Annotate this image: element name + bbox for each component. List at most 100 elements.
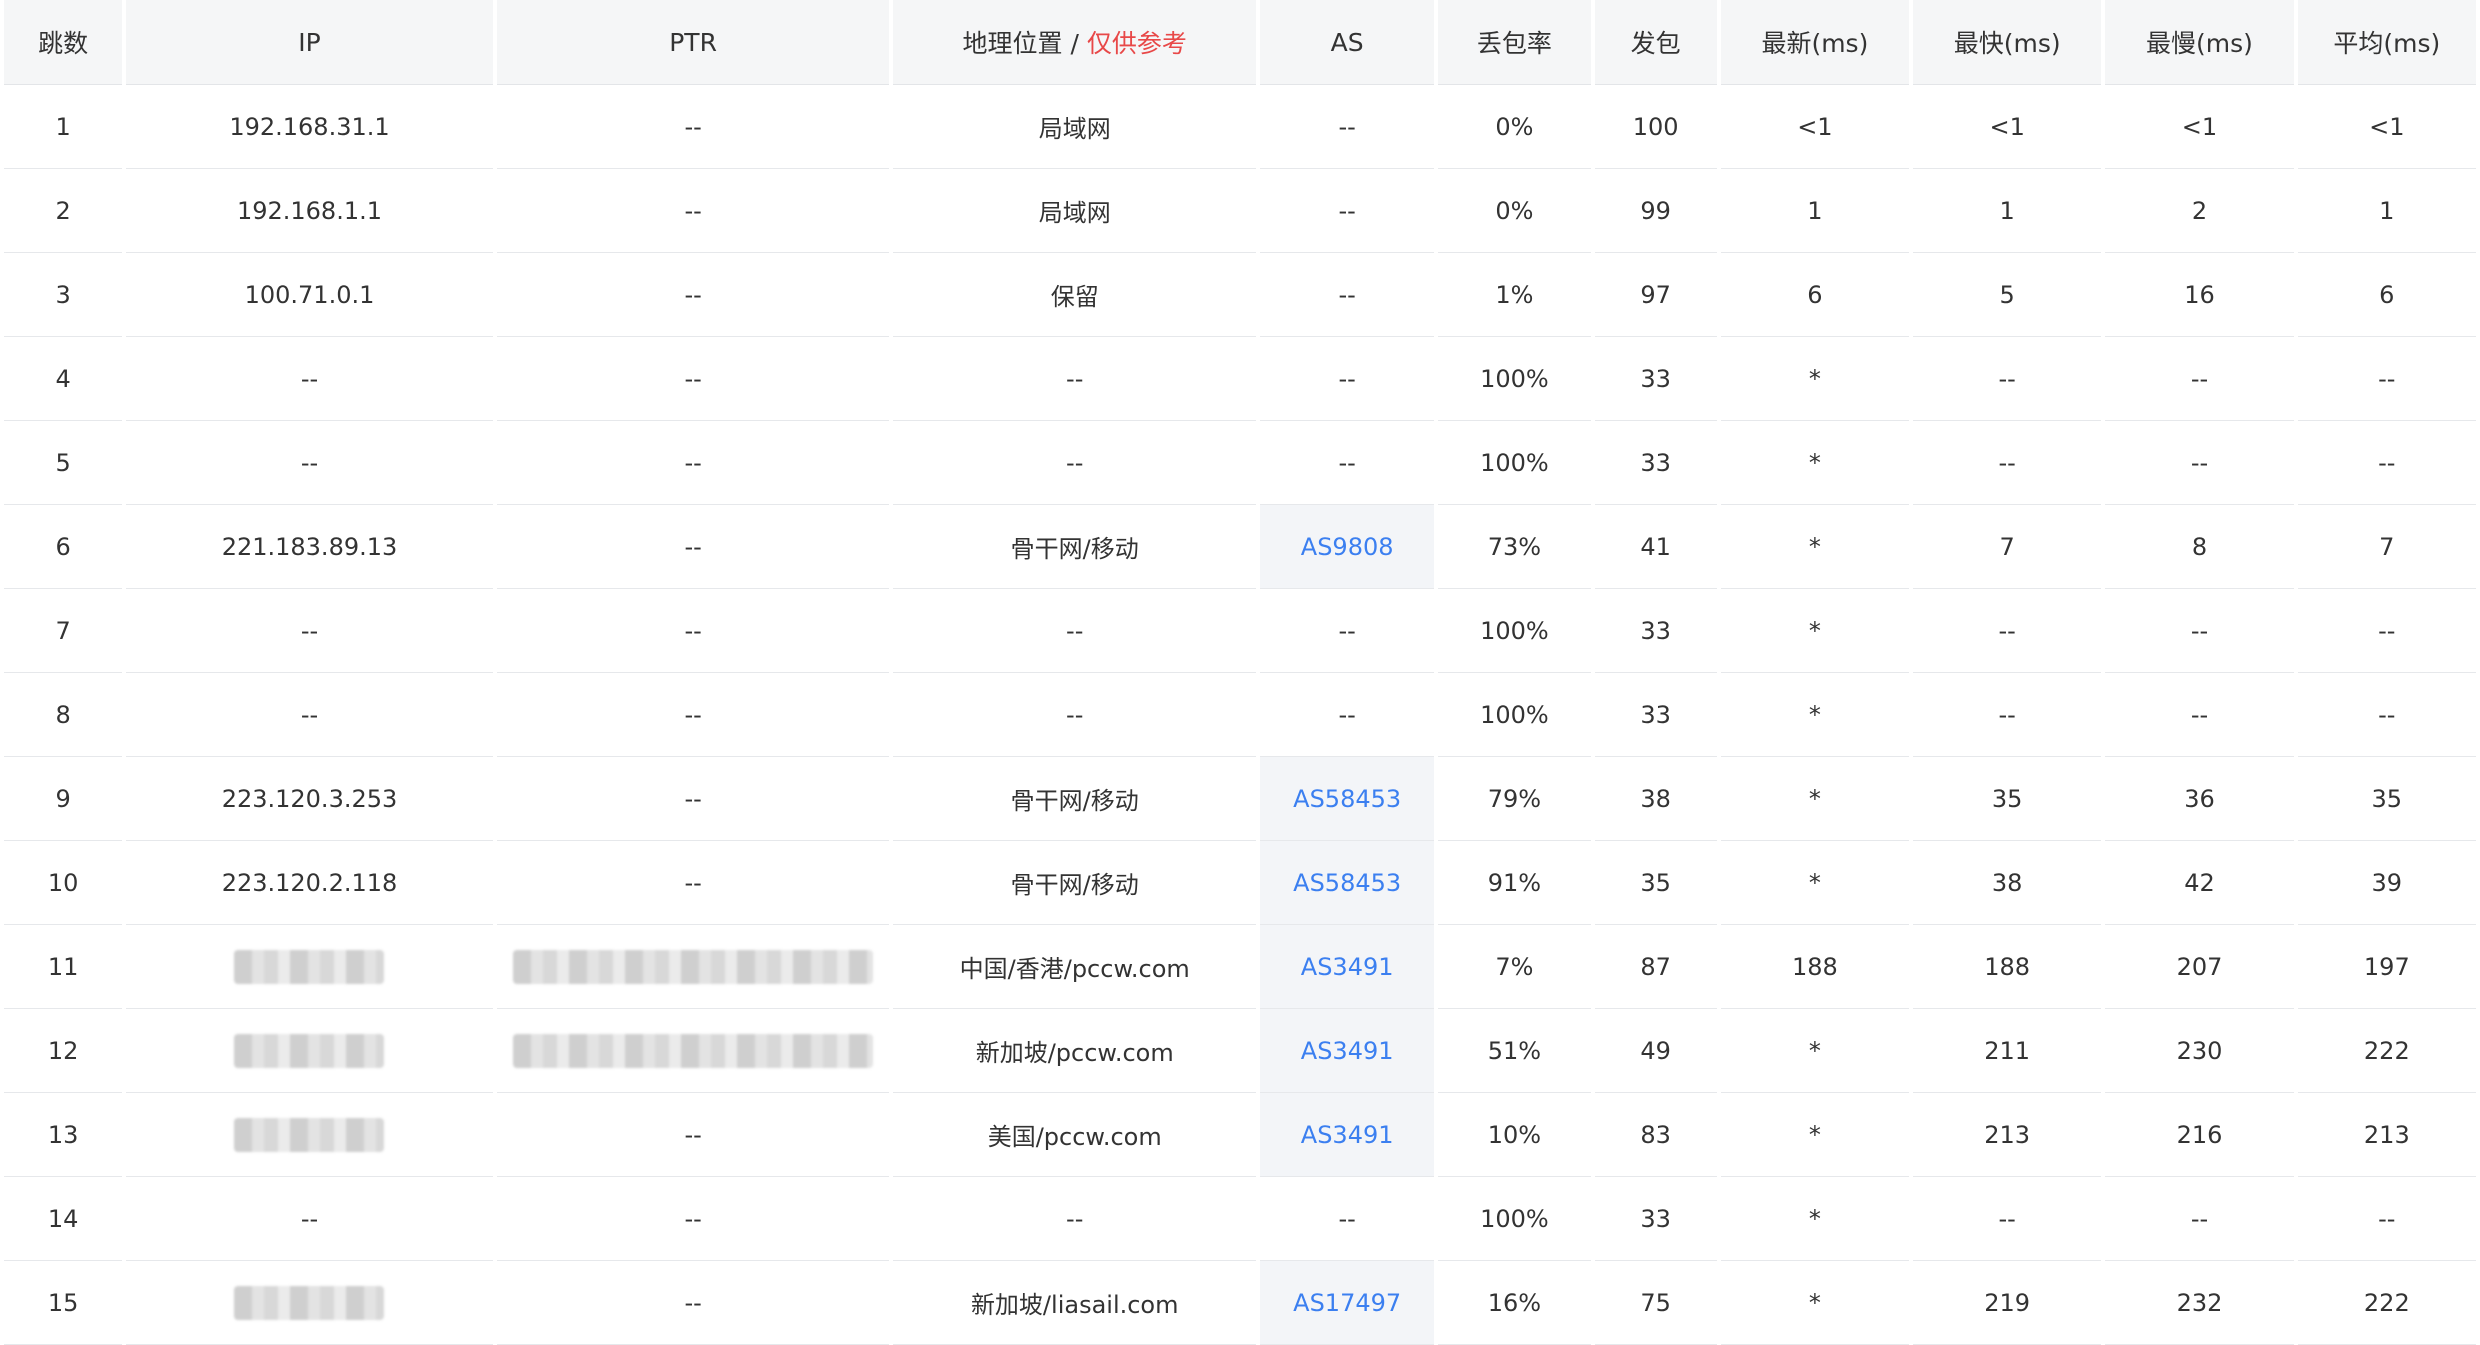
cell-geo: 保留 [893,253,1257,337]
cell-last: 1 [1720,169,1910,253]
cell-as: -- [1260,253,1435,337]
cell-avg: 222 [2297,1261,2476,1345]
cell-best: 219 [1913,1261,2102,1345]
header-avg: 平均(ms) [2297,0,2476,85]
cell-hop: 7 [4,589,123,673]
as-link[interactable]: AS3491 [1301,953,1394,981]
cell-ip: -- [126,589,493,673]
cell-as: -- [1260,1177,1435,1261]
cell-ptr: -- [496,85,890,169]
cell-ip: -- [126,1177,493,1261]
cell-worst: -- [2105,421,2294,505]
header-geo-label: 地理位置 [962,29,1063,58]
cell-hop: 14 [4,1177,123,1261]
cell-worst: 216 [2105,1093,2294,1177]
cell-hop: 5 [4,421,123,505]
cell-as: -- [1260,673,1435,757]
cell-loss: 91% [1438,841,1591,925]
table-header: 跳数 IP PTR 地理位置 / 仅供参考 AS 丢包率 发包 最新(ms) 最… [4,0,2476,85]
as-link[interactable]: AS3491 [1301,1037,1394,1065]
cell-loss: 100% [1438,589,1591,673]
cell-hop: 10 [4,841,123,925]
cell-avg: -- [2297,589,2476,673]
cell-worst: -- [2105,337,2294,421]
cell-geo: -- [893,337,1257,421]
cell-loss: 1% [1438,253,1591,337]
cell-ip: -- [126,337,493,421]
cell-sent: 87 [1594,925,1717,1009]
cell-as[interactable]: AS3491 [1260,1093,1435,1177]
cell-geo: -- [893,589,1257,673]
cell-ptr: -- [496,841,890,925]
cell-geo: 局域网 [893,85,1257,169]
cell-last: * [1720,1009,1910,1093]
as-link[interactable]: AS58453 [1293,785,1401,813]
cell-as: -- [1260,169,1435,253]
cell-geo: 骨干网/移动 [893,841,1257,925]
cell-last: 188 [1720,925,1910,1009]
as-link[interactable]: AS58453 [1293,869,1401,897]
cell-hop: 2 [4,169,123,253]
table-row: 2 192.168.1.1 -- 局域网 -- 0% 99 1 1 2 1 [4,169,2476,253]
cell-as[interactable]: AS58453 [1260,841,1435,925]
cell-worst: 230 [2105,1009,2294,1093]
as-link[interactable]: AS3491 [1301,1121,1394,1149]
cell-last: <1 [1720,85,1910,169]
cell-loss: 100% [1438,337,1591,421]
cell-ptr: -- [496,1177,890,1261]
redacted-ip [234,1033,385,1068]
cell-worst: 2 [2105,169,2294,253]
cell-as: -- [1260,589,1435,673]
cell-sent: 99 [1594,169,1717,253]
cell-avg: 35 [2297,757,2476,841]
header-last: 最新(ms) [1720,0,1910,85]
cell-as[interactable]: AS17497 [1260,1261,1435,1345]
cell-ptr: -- [496,169,890,253]
cell-ptr: -- [496,253,890,337]
cell-sent: 100 [1594,85,1717,169]
cell-loss: 51% [1438,1009,1591,1093]
cell-worst: 42 [2105,841,2294,925]
cell-avg: -- [2297,421,2476,505]
cell-ptr: -- [496,1261,890,1345]
cell-as[interactable]: AS3491 [1260,1009,1435,1093]
redacted-ip [234,949,385,984]
cell-as[interactable]: AS3491 [1260,925,1435,1009]
cell-worst: 16 [2105,253,2294,337]
cell-best: 5 [1913,253,2102,337]
cell-ptr: -- [496,1093,890,1177]
cell-hop: 1 [4,85,123,169]
cell-loss: 100% [1438,421,1591,505]
cell-geo: 美国/pccw.com [893,1093,1257,1177]
cell-avg: 222 [2297,1009,2476,1093]
cell-ptr: -- [496,589,890,673]
cell-as[interactable]: AS9808 [1260,505,1435,589]
cell-geo: 骨干网/移动 [893,757,1257,841]
cell-avg: -- [2297,673,2476,757]
cell-last: * [1720,1093,1910,1177]
cell-last: * [1720,505,1910,589]
as-link[interactable]: AS9808 [1301,533,1394,561]
cell-worst: -- [2105,589,2294,673]
cell-geo: 中国/香港/pccw.com [893,925,1257,1009]
cell-last: * [1720,757,1910,841]
cell-sent: 49 [1594,1009,1717,1093]
cell-sent: 97 [1594,253,1717,337]
cell-sent: 75 [1594,1261,1717,1345]
as-link[interactable]: AS17497 [1293,1289,1401,1317]
cell-sent: 83 [1594,1093,1717,1177]
cell-ptr: -- [496,757,890,841]
cell-ip: 192.168.31.1 [126,85,493,169]
cell-best: 1 [1913,169,2102,253]
cell-geo: 新加坡/pccw.com [893,1009,1257,1093]
cell-ptr: -- [496,673,890,757]
cell-worst: 8 [2105,505,2294,589]
cell-as[interactable]: AS58453 [1260,757,1435,841]
cell-avg: 1 [2297,169,2476,253]
cell-geo: 新加坡/liasail.com [893,1261,1257,1345]
traceroute-table: 跳数 IP PTR 地理位置 / 仅供参考 AS 丢包率 发包 最新(ms) 最… [0,0,2480,1345]
cell-ip: 223.120.2.118 [126,841,493,925]
cell-loss: 10% [1438,1093,1591,1177]
cell-sent: 33 [1594,1177,1717,1261]
cell-ptr [496,1009,890,1093]
